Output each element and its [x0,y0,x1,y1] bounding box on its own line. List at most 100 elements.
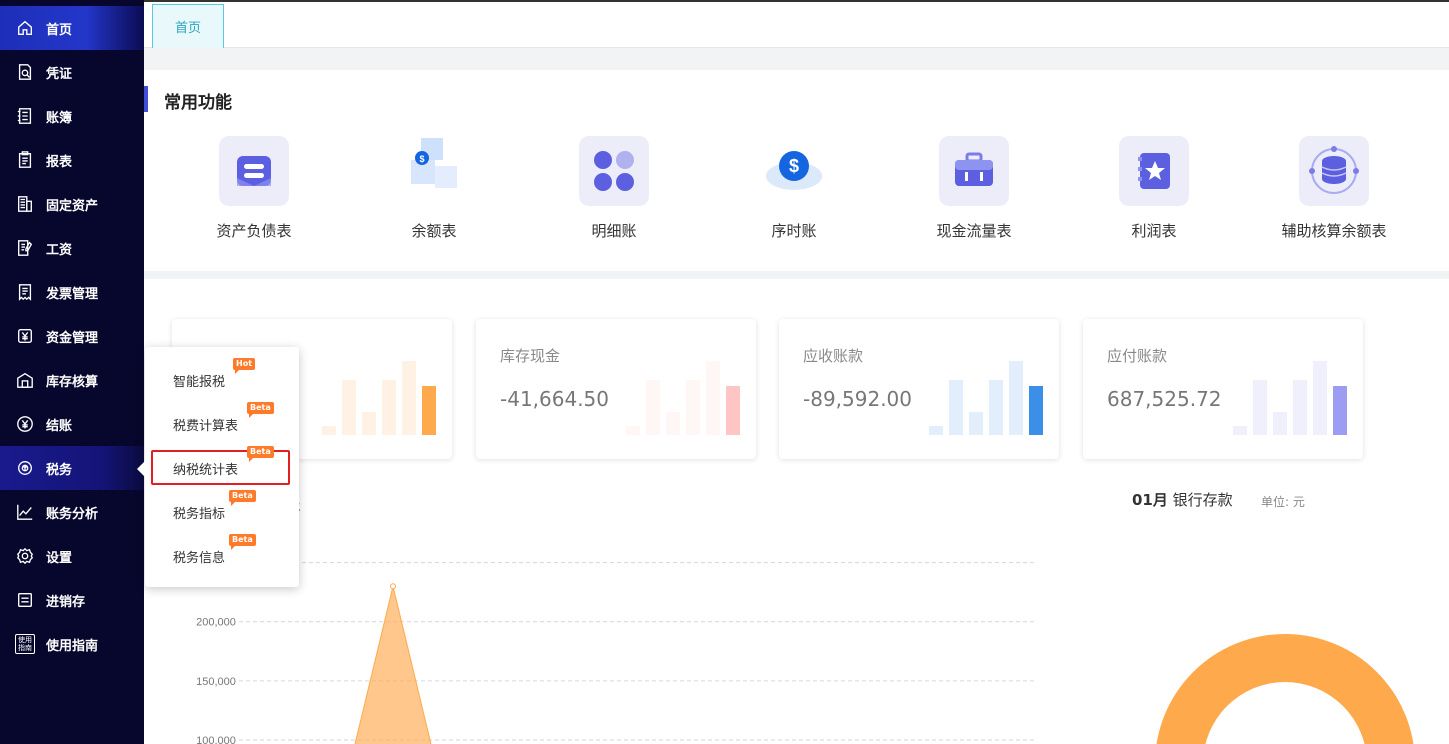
bank-month: 01月 [1132,491,1168,509]
card-title: 应收账款 [803,347,864,365]
sidebar-item-label: 报表 [46,154,73,170]
sidebar-item-label: 结账 [46,418,73,434]
sidebar-item-label: 账务分析 [46,506,99,522]
sidebar-item-inventory-accounting[interactable]: 库存核算 [0,358,144,402]
mini-bar [322,426,336,435]
sidebar-item-label: 设置 [46,550,73,566]
submenu-item-tax-indicators[interactable]: 税务指标 Beta [173,490,256,522]
sidebar-item-invoice[interactable]: 发票管理 [0,270,144,314]
balance-cubes-icon: $ [399,136,469,206]
func-label: 辅助核算余额表 [1281,222,1387,240]
func-detail-ledger[interactable]: 明细账 [534,136,694,241]
card-mini-chart [322,357,442,435]
dollar-coin-icon: $ [759,136,829,206]
mini-bar [402,361,416,435]
func-aux-balance[interactable]: 辅助核算余额表 [1254,136,1414,241]
mini-bar [342,380,356,435]
sidebar-item-analysis[interactable]: 账务分析 [0,490,144,534]
func-income-statement[interactable]: 利润表 [1074,136,1234,241]
y-tick-label: 200,000 [196,617,236,629]
sidebar-item-inventory[interactable]: 进销存 [0,578,144,622]
sidebar-item-settings[interactable]: 设置 [0,534,144,578]
submenu-item-smart-filing[interactable]: 智能报税 Hot [173,358,256,390]
sidebar-item-home[interactable]: 首页 [0,6,144,50]
card-value: -89,592.00 [803,387,913,411]
warehouse-icon [15,370,35,390]
func-cash-flow[interactable]: 现金流量表 [894,136,1054,241]
func-label: 资产负债表 [216,222,292,240]
mini-bar [686,380,700,435]
beta-badge: Beta [229,490,256,506]
sidebar-item-label: 库存核算 [46,374,99,390]
sidebar: 首页 凭证 账簿 报表 固定资产 工资 发票管理 资金管理 库存核算 结账 税务… [0,0,144,744]
mini-bar [706,361,720,435]
card-value: 687,525.72 [1107,387,1222,411]
data-point [390,583,396,590]
sidebar-item-salary[interactable]: 工资 [0,226,144,270]
line-chart-icon [15,502,35,522]
ledger-icon [15,106,35,126]
card-mini-chart [1233,357,1353,435]
donut-chart [1156,634,1414,744]
submenu-item-label: 税务信息 [173,551,226,566]
sidebar-item-guide[interactable]: 使用 指南 使用指南 [0,622,144,666]
mini-bar [1253,380,1267,435]
hot-badge: Hot [233,358,256,374]
common-functions-panel: 常用功能 资产负债表 $ 余额表 明细账 $ 序时账 现金流量表 利润表 辅助核… [144,70,1449,271]
balance-sheet-icon [219,136,289,206]
beta-badge: Beta [229,534,256,550]
mini-bar [969,412,983,435]
guide-icon-text: 指南 [18,644,32,652]
stat-card[interactable]: 应付账款 687,525.72 [1083,319,1363,459]
mini-bar [1029,386,1043,435]
func-balance-sheet[interactable]: 资产负债表 [174,136,334,241]
svg-text:$: $ [419,154,424,164]
sidebar-item-ledger[interactable]: 账簿 [0,94,144,138]
sidebar-item-label: 进销存 [46,594,86,610]
func-label: 现金流量表 [936,222,1012,240]
sidebar-item-voucher[interactable]: 凭证 [0,50,144,94]
mini-bar [1273,412,1287,435]
stat-card[interactable]: 库存现金 -41,664.50 [476,319,756,459]
mini-bar [666,412,680,435]
yen-box-icon [15,326,35,346]
mini-bar [362,412,376,435]
submenu-item-tax-info[interactable]: 税务信息 Beta [173,534,256,566]
sidebar-item-fixed-assets[interactable]: 固定资产 [0,182,144,226]
y-tick-label: 150,000 [196,676,236,688]
tax-icon [15,458,35,478]
guide-icon-text: 使用 [18,636,32,644]
guide-icon: 使用 指南 [15,634,35,654]
sidebar-item-funds[interactable]: 资金管理 [0,314,144,358]
title-accent-bar [144,86,148,112]
func-trial-balance[interactable]: $ 余额表 [354,136,514,241]
func-label: 明细账 [591,222,637,240]
svg-text:$: $ [789,156,799,176]
sidebar-item-close-account[interactable]: 结账 [0,402,144,446]
submenu-item-tax-calc[interactable]: 税费计算表 Beta [173,402,274,434]
tab-home[interactable]: 首页 [152,4,224,48]
sidebar-item-label: 发票管理 [46,286,99,302]
section-title: 常用功能 [164,93,232,113]
sidebar-item-label: 固定资产 [46,198,99,214]
mini-bar [1009,361,1023,435]
sidebar-item-label: 工资 [46,242,73,258]
voucher-search-icon [15,62,35,82]
sidebar-item-label: 凭证 [46,66,73,82]
briefcase-icon [939,136,1009,206]
mini-bar [382,380,396,435]
func-journal[interactable]: $ 序时账 [714,136,874,241]
beta-badge: Beta [247,402,274,418]
mini-bar [989,380,1003,435]
mini-bar [1313,361,1327,435]
detail-ledger-icon [579,136,649,206]
sidebar-item-tax[interactable]: 税务 [0,446,144,490]
bank-unit: 单位: 元 [1261,495,1305,509]
card-title: 库存现金 [500,347,561,365]
sidebar-item-report[interactable]: 报表 [0,138,144,182]
submenu-item-tax-statistics[interactable]: 纳税统计表 Beta [173,446,274,478]
stat-card[interactable]: 应收账款 -89,592.00 [779,319,1059,459]
sidebar-item-label: 税务 [46,462,73,478]
tax-submenu: 智能报税 Hot 税费计算表 Beta 纳税统计表 Beta 税务指标 Beta… [137,347,299,587]
submenu-item-label: 税务指标 [173,507,226,522]
